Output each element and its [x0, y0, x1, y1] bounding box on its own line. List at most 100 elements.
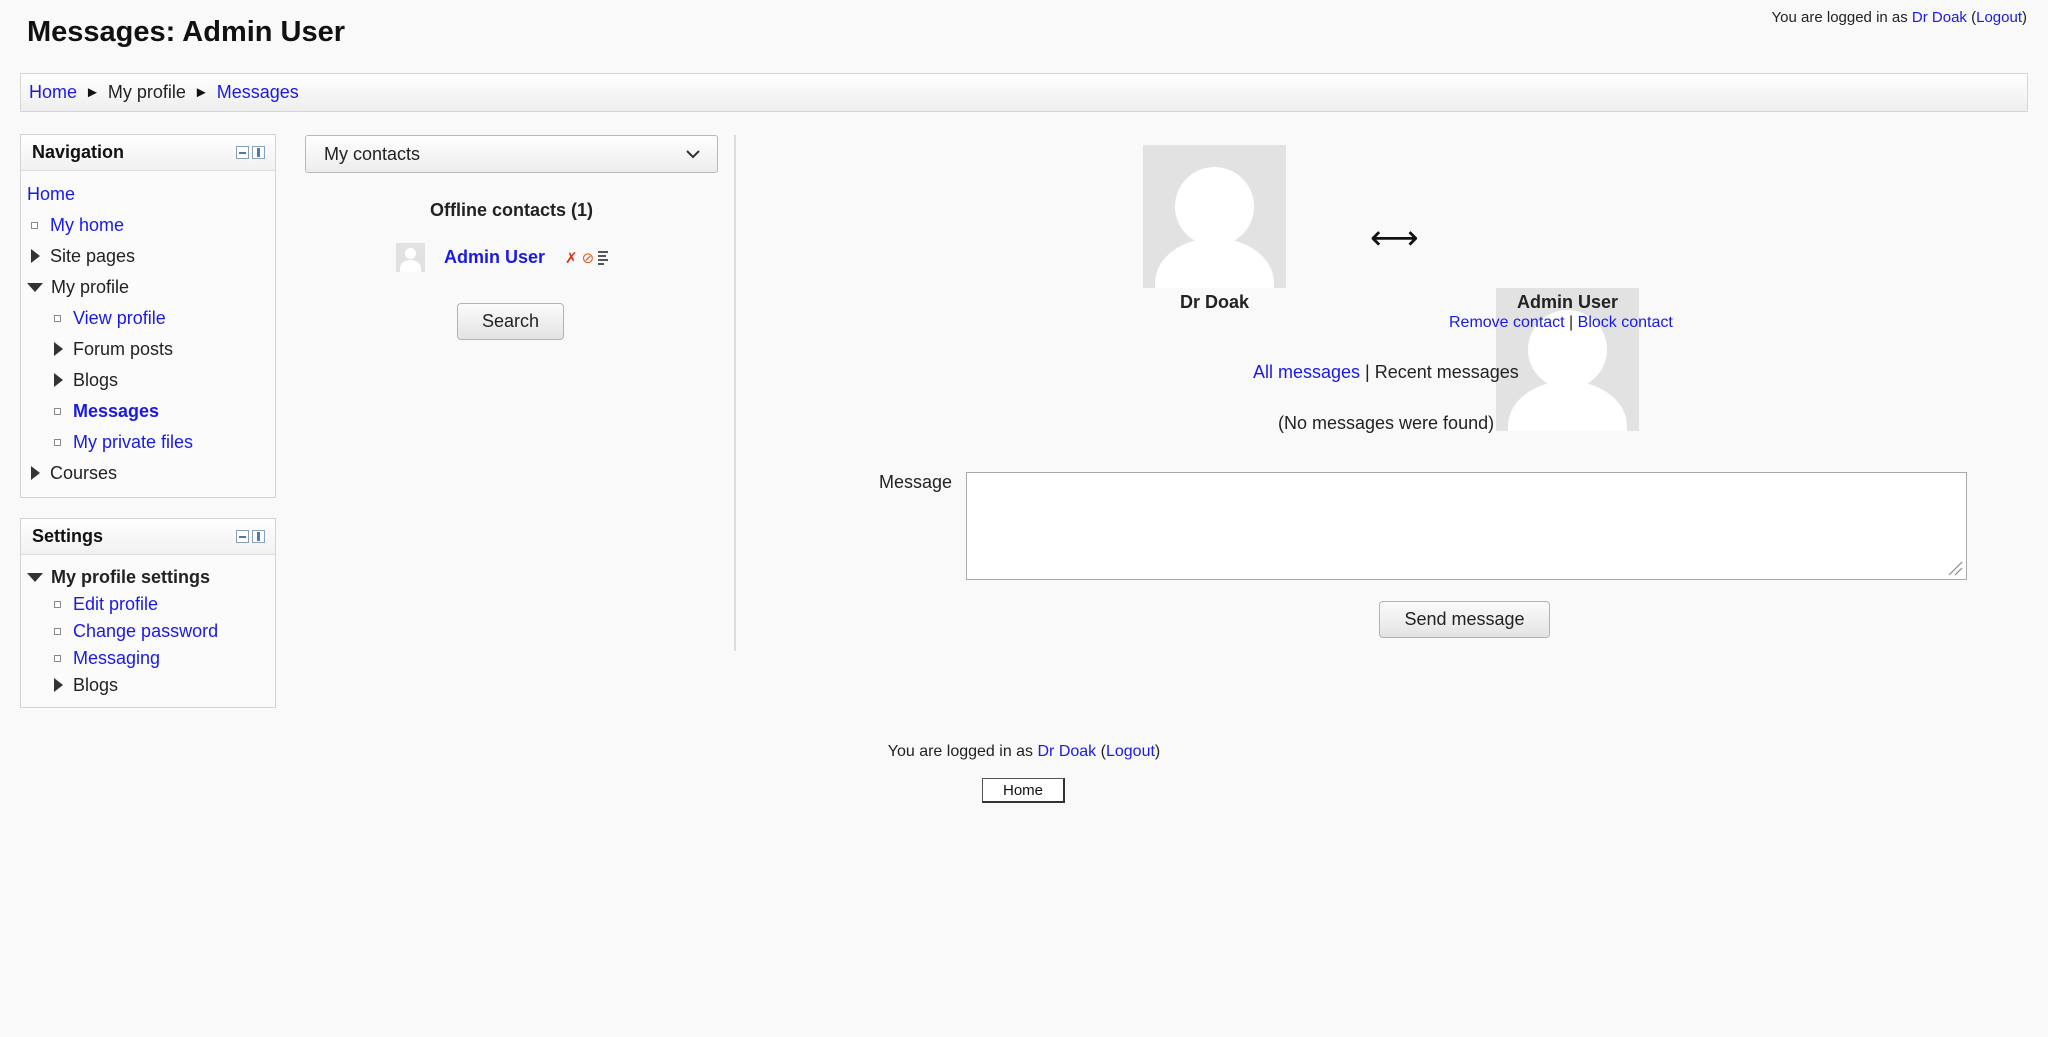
all-messages-link[interactable]: All messages	[1253, 362, 1360, 382]
bullet-icon	[54, 654, 61, 662]
nav-view-profile-link[interactable]: View profile	[73, 307, 166, 329]
bidirectional-arrow-icon: ⟷	[1370, 219, 1419, 257]
nav-item-forum-posts[interactable]: Forum posts	[54, 338, 173, 360]
block-controls	[236, 530, 265, 543]
message-textarea[interactable]	[966, 472, 1967, 580]
settings-item-profile-settings[interactable]: My profile settings	[27, 566, 210, 588]
nav-courses-label: Courses	[50, 463, 118, 483]
user-profile-link[interactable]: Dr Doak	[1038, 743, 1097, 760]
my-name: Dr Doak	[1179, 292, 1250, 312]
login-prefix: You are logged in as	[1771, 9, 1912, 26]
logout-link[interactable]: Logout	[1976, 9, 2022, 26]
contact-avatar[interactable]	[396, 243, 425, 272]
user-profile-link[interactable]: Dr Doak	[1912, 9, 1967, 26]
nav-my-home-link[interactable]: My home	[50, 214, 124, 236]
nav-item-messages[interactable]: Messages	[54, 400, 159, 422]
bullet-icon	[54, 438, 61, 446]
footer-home-button[interactable]: Home	[982, 778, 1065, 803]
link-separator: |	[1360, 362, 1375, 382]
contact-name: Admin User	[1516, 292, 1619, 312]
collapse-icon[interactable]	[236, 146, 249, 159]
nav-item-private-files[interactable]: My private files	[54, 431, 193, 453]
nav-messages-link[interactable]: Messages	[73, 400, 159, 422]
settings-messaging-link[interactable]: Messaging	[73, 647, 160, 669]
no-messages-text: (No messages were found)	[1278, 413, 1495, 433]
recent-messages-label: Recent messages	[1374, 362, 1519, 382]
dock-icon[interactable]	[252, 146, 265, 159]
bullet-icon	[31, 221, 38, 229]
remove-contact-icon[interactable]: ✗	[565, 249, 578, 267]
bullet-icon	[54, 314, 61, 322]
breadcrumb: Home ► My profile ► Messages	[20, 73, 2028, 112]
login-info-top: You are logged in as Dr Doak (Logout)	[1771, 9, 2027, 26]
settings-blogs-label: Blogs	[73, 675, 119, 695]
resize-grip-icon[interactable]	[1945, 558, 1963, 576]
settings-item-edit-profile[interactable]: Edit profile	[54, 593, 158, 615]
contacts-view-selected: My contacts	[324, 143, 421, 164]
navigation-block-header: Navigation	[21, 135, 275, 171]
expand-arrow-icon[interactable]	[54, 373, 63, 387]
bullet-icon	[54, 627, 61, 635]
block-contact-link[interactable]: Block contact	[1578, 314, 1673, 331]
chevron-down-icon	[686, 150, 700, 159]
breadcrumb-separator: ►	[85, 84, 100, 101]
contacts-view-select[interactable]: My contacts	[305, 135, 718, 173]
column-divider	[734, 135, 736, 651]
navigation-block: Navigation Home My home Site pages My pr…	[20, 134, 276, 498]
nav-blogs-label: Blogs	[73, 370, 119, 390]
nav-item-home[interactable]: Home	[27, 183, 75, 205]
offline-contacts-heading: Offline contacts (1)	[429, 200, 594, 220]
bullet-icon	[54, 407, 61, 415]
nav-private-files-link[interactable]: My private files	[73, 431, 193, 453]
expand-arrow-icon[interactable]	[54, 342, 63, 356]
nav-item-site-pages[interactable]: Site pages	[31, 245, 135, 267]
nav-item-view-profile[interactable]: View profile	[54, 307, 166, 329]
block-controls	[236, 146, 265, 159]
settings-block-header: Settings	[21, 519, 275, 555]
settings-item-messaging[interactable]: Messaging	[54, 647, 160, 669]
settings-change-password-link[interactable]: Change password	[73, 620, 218, 642]
block-contact-icon[interactable]: ⊘	[582, 249, 595, 267]
message-history-links: All messages | Recent messages	[1253, 362, 1519, 383]
login-info-bottom: You are logged in as Dr Doak (Logout)	[887, 743, 1161, 760]
nav-site-pages-label: Site pages	[50, 246, 136, 266]
nav-my-profile-label: My profile	[51, 277, 130, 297]
contact-name-link[interactable]: Admin User	[444, 247, 545, 268]
nav-item-blogs[interactable]: Blogs	[54, 369, 118, 391]
nav-item-my-home[interactable]: My home	[31, 214, 124, 236]
breadcrumb-home[interactable]: Home	[29, 82, 77, 103]
dock-icon[interactable]	[252, 530, 265, 543]
breadcrumb-my-profile: My profile	[107, 82, 186, 102]
settings-block-title: Settings	[32, 526, 104, 546]
send-message-button[interactable]: Send message	[1379, 601, 1550, 638]
settings-block: Settings My profile settings Edit profil…	[20, 518, 276, 708]
settings-profile-settings-label: My profile settings	[51, 567, 211, 587]
collapse-icon[interactable]	[236, 530, 249, 543]
navigation-block-title: Navigation	[32, 142, 125, 162]
settings-edit-profile-link[interactable]: Edit profile	[73, 593, 158, 615]
expand-arrow-icon[interactable]	[54, 678, 63, 692]
breadcrumb-messages[interactable]: Messages	[217, 82, 299, 103]
contact-list-item: Admin User ✗ ⊘	[396, 243, 610, 272]
my-avatar[interactable]	[1143, 145, 1286, 288]
search-button[interactable]: Search	[457, 303, 564, 340]
collapse-arrow-icon[interactable]	[27, 572, 43, 582]
remove-contact-link[interactable]: Remove contact	[1449, 314, 1565, 331]
expand-arrow-icon[interactable]	[31, 466, 40, 480]
page-title: Messages: Admin User	[27, 16, 346, 48]
nav-item-my-profile[interactable]: My profile	[27, 276, 129, 298]
settings-item-blogs[interactable]: Blogs	[54, 674, 118, 696]
nav-home-link[interactable]: Home	[27, 183, 75, 205]
bullet-icon	[54, 600, 61, 608]
history-icon[interactable]	[598, 250, 610, 265]
link-separator: |	[1564, 314, 1578, 331]
contact-actions: Remove contact | Block contact	[1449, 314, 1673, 332]
nav-forum-posts-label: Forum posts	[73, 339, 174, 359]
nav-item-courses[interactable]: Courses	[31, 462, 117, 484]
expand-arrow-icon[interactable]	[31, 249, 40, 263]
settings-item-change-password[interactable]: Change password	[54, 620, 218, 642]
message-label: Message	[879, 472, 953, 492]
breadcrumb-separator: ►	[193, 84, 209, 101]
collapse-arrow-icon[interactable]	[27, 282, 43, 292]
logout-link[interactable]: Logout	[1106, 743, 1155, 760]
